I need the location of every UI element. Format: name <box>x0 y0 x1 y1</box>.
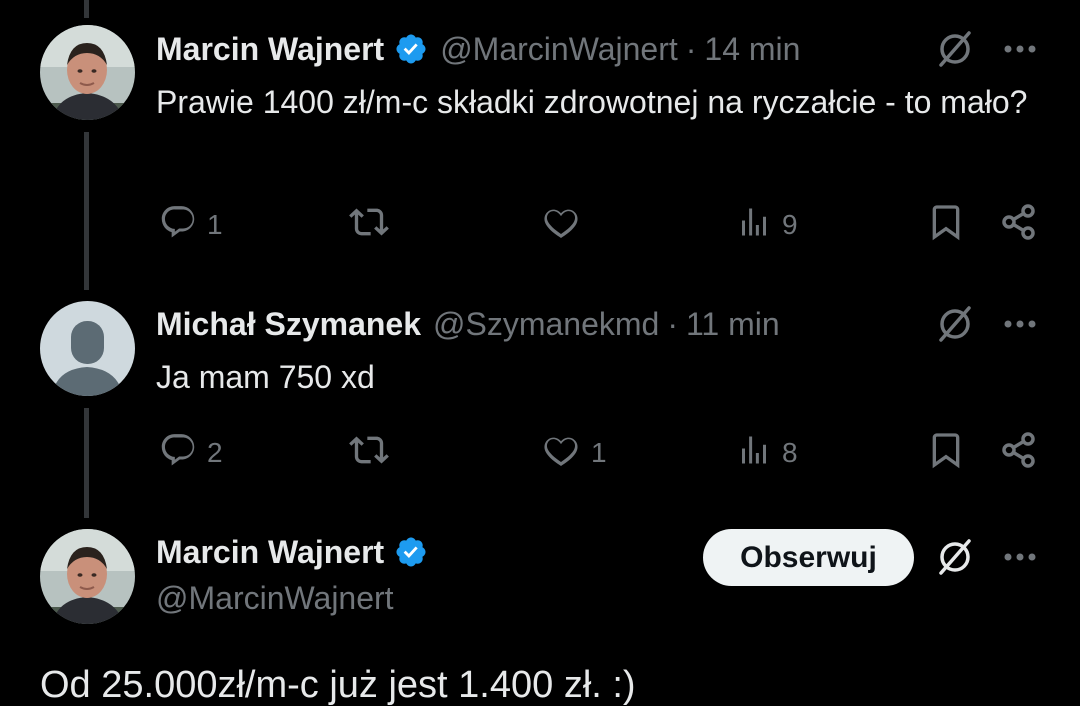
thread-line <box>84 408 89 518</box>
tweet-text: Ja mam 750 xd <box>156 359 375 395</box>
avatar[interactable] <box>40 301 135 396</box>
like-button[interactable] <box>541 200 581 250</box>
bookmark-icon <box>926 202 966 249</box>
views-count: 8 <box>782 437 798 468</box>
author-name[interactable]: Marcin Wajnert <box>156 532 384 572</box>
share-icon <box>999 430 1039 477</box>
more-icon[interactable] <box>1001 537 1039 577</box>
bookmark-button[interactable] <box>926 200 966 250</box>
more-icon[interactable] <box>1001 29 1039 69</box>
thread-line <box>84 132 89 290</box>
bookmark-icon <box>926 430 966 477</box>
grok-icon[interactable] <box>935 29 975 69</box>
retweet-button[interactable] <box>349 200 389 250</box>
views-count: 9 <box>782 209 798 240</box>
separator: · <box>685 31 697 67</box>
reply-icon <box>159 203 197 248</box>
timestamp[interactable]: 14 min <box>704 29 800 69</box>
tweet-header: Michał Szymanek @Szymanekmd · 11 min <box>156 304 780 344</box>
like-count: 1 <box>591 437 607 468</box>
like-icon <box>541 202 581 249</box>
views-button[interactable]: 9 <box>736 200 798 250</box>
author-name[interactable]: Marcin Wajnert <box>156 29 384 69</box>
retweet-icon <box>349 430 389 477</box>
tweet-top-actions <box>935 304 1039 344</box>
share-button[interactable] <box>999 200 1039 250</box>
reply-count: 2 <box>207 437 223 468</box>
reply-count: 1 <box>207 209 223 240</box>
views-icon <box>736 204 772 247</box>
main-tweet-text: Od 25.000zł/m-c już jest 1.400 zł. :) <box>40 664 636 706</box>
avatar[interactable] <box>40 529 135 624</box>
timestamp[interactable]: 11 min <box>686 304 780 344</box>
share-icon <box>999 202 1039 249</box>
reply-button[interactable]: 1 <box>159 200 223 250</box>
main-tweet-header: Marcin Wajnert <box>156 532 428 572</box>
tweet-top-actions <box>935 537 1039 577</box>
author-handle[interactable]: @Szymanekmd <box>433 304 659 344</box>
tweet-actions: 1 9 <box>156 200 1046 250</box>
separator: · <box>667 306 678 342</box>
grok-icon[interactable] <box>935 304 975 344</box>
reply-button[interactable]: 2 <box>159 428 223 478</box>
like-button[interactable]: 1 <box>541 428 607 478</box>
author-name[interactable]: Michał Szymanek <box>156 304 421 344</box>
tweet-header: Marcin Wajnert @MarcinWajnert · 14 min <box>156 29 800 69</box>
tweet-text: Prawie 1400 zł/m-c składki zdrowotnej na… <box>156 84 1028 120</box>
bookmark-button[interactable] <box>926 428 966 478</box>
avatar[interactable] <box>40 25 135 120</box>
retweet-button[interactable] <box>349 428 389 478</box>
views-icon <box>736 432 772 475</box>
verified-badge-icon <box>394 32 428 66</box>
tweet-top-actions <box>935 29 1039 69</box>
thread-line <box>84 0 89 18</box>
author-handle[interactable]: @MarcinWajnert <box>156 578 394 618</box>
more-icon[interactable] <box>1001 304 1039 344</box>
like-icon <box>541 430 581 477</box>
author-handle[interactable]: @MarcinWajnert <box>440 29 678 69</box>
follow-button[interactable]: Obserwuj <box>703 529 914 586</box>
verified-badge-icon <box>394 535 428 569</box>
grok-icon[interactable] <box>935 537 975 577</box>
share-button[interactable] <box>999 428 1039 478</box>
tweet-actions: 2 1 8 <box>156 428 1046 478</box>
views-button[interactable]: 8 <box>736 428 798 478</box>
retweet-icon <box>349 202 389 249</box>
thread-view: Marcin Wajnert @MarcinWajnert · 14 min P… <box>0 0 1080 706</box>
reply-icon <box>159 431 197 476</box>
